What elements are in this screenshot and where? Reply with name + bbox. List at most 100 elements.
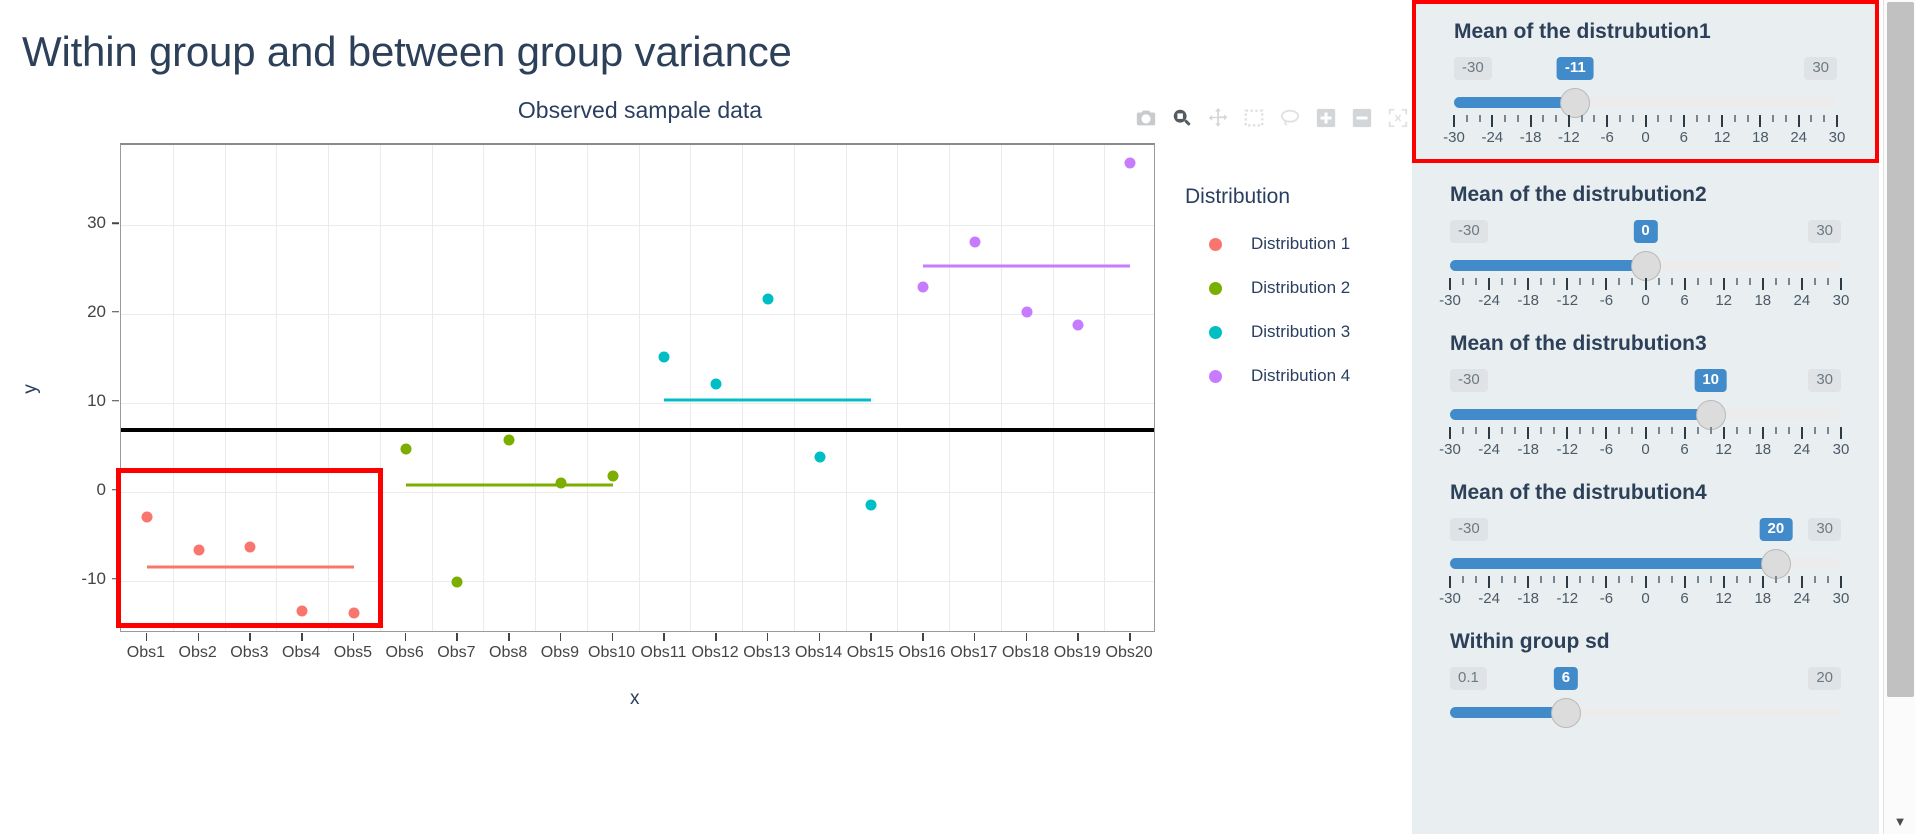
x-tick-label: Obs8	[489, 644, 528, 661]
slider-handle[interactable]	[1550, 698, 1581, 728]
slider-tick-minor	[1670, 278, 1673, 285]
data-point[interactable]	[1124, 157, 1136, 169]
x-tick-mark	[352, 633, 355, 641]
data-point[interactable]	[969, 236, 981, 248]
x-gridline	[1052, 145, 1054, 631]
slider-tick-label: -12	[1556, 590, 1579, 607]
data-point[interactable]	[607, 470, 619, 482]
slider-tick-minor	[1501, 278, 1504, 285]
data-point[interactable]	[1021, 306, 1033, 318]
group-mean-line	[405, 483, 613, 487]
data-point[interactable]	[658, 351, 670, 363]
slider-tick-minor	[1787, 427, 1790, 434]
slider-max-label: 30	[1808, 369, 1841, 392]
legend-item[interactable]: Distribution 3	[1185, 310, 1350, 354]
slider-tick-minor	[1462, 427, 1465, 434]
slider-tick-label: -6	[1599, 292, 1614, 309]
slider-track[interactable]	[1454, 88, 1837, 118]
data-point[interactable]	[400, 443, 412, 455]
slider-tick-label: -6	[1600, 129, 1614, 146]
slider-track[interactable]	[1450, 251, 1841, 281]
slider-handle[interactable]	[1560, 88, 1591, 118]
slider-tick-minor	[1516, 115, 1519, 122]
y-tick-label: 0	[96, 479, 106, 499]
slider-handle[interactable]	[1695, 400, 1726, 430]
x-gridline	[845, 145, 847, 631]
plot-canvas[interactable]	[120, 143, 1155, 632]
slider-tick-label: 24	[1793, 590, 1811, 607]
slider-tick-major	[1644, 115, 1647, 127]
data-point[interactable]	[865, 499, 877, 511]
slider-tick-minor	[1514, 427, 1517, 434]
legend-item[interactable]: Distribution 1	[1185, 222, 1350, 266]
data-point[interactable]	[193, 544, 205, 556]
scrollbar-thumb[interactable]	[1887, 2, 1914, 697]
data-point[interactable]	[296, 605, 308, 617]
slider-min-label: -30	[1450, 220, 1488, 243]
page-title: Within group and between group variance	[22, 28, 792, 75]
data-point[interactable]	[244, 541, 256, 553]
data-point[interactable]	[348, 607, 360, 619]
slider-tick-minor	[1772, 115, 1775, 122]
slider-tick-minor	[1735, 278, 1738, 285]
x-tick-label: Obs15	[846, 644, 894, 661]
slider-tick-minor	[1709, 427, 1712, 434]
legend-item[interactable]: Distribution 2	[1185, 266, 1350, 310]
x-tick-label: Obs18	[1002, 644, 1050, 661]
slider-tick-major	[1606, 115, 1609, 127]
slider-tick-minor	[1696, 576, 1699, 583]
data-point[interactable]	[1072, 319, 1084, 331]
data-point[interactable]	[555, 477, 567, 489]
slider-tick-major	[1605, 278, 1608, 290]
data-point[interactable]	[917, 281, 929, 293]
slider-tick-major	[1721, 115, 1724, 127]
y-tick-label: -10	[81, 568, 106, 588]
slider-tick-major	[1567, 115, 1570, 127]
slider-control-mean-distribution-2: Mean of the distrubution2 -30 0 30 -30 -24 -18…	[1439, 163, 1849, 312]
data-point[interactable]	[814, 451, 826, 463]
slider-control-mean-distribution-4: Mean of the distrubution4 -30 20 30 -30 -24 -1…	[1439, 461, 1849, 610]
grand-mean-line	[121, 427, 1154, 432]
group-mean-line	[664, 398, 872, 402]
data-point[interactable]	[710, 378, 722, 390]
slider-tick-minor	[1735, 427, 1738, 434]
plot-container[interactable]: Observed sampale data y x -10 0 10 20 30 Obs…	[0, 88, 1420, 728]
data-point[interactable]	[503, 434, 515, 446]
slider-track[interactable]	[1450, 549, 1841, 579]
x-tick-mark	[508, 633, 510, 641]
y-gridline	[121, 402, 1154, 404]
slider-tick-minor	[1774, 576, 1777, 583]
slider-tick-minor	[1631, 427, 1634, 434]
y-gridline	[121, 580, 1154, 582]
x-gridline	[690, 145, 692, 631]
data-point[interactable]	[141, 511, 153, 523]
x-tick-mark	[559, 633, 562, 641]
slider-tick-major	[1488, 278, 1491, 290]
slider-tick-minor	[1748, 427, 1751, 434]
slider-label: Mean of the distrubution4	[1450, 481, 1707, 504]
legend-item[interactable]: Distribution 4	[1185, 354, 1350, 398]
x-tick-label: Obs1	[126, 644, 165, 661]
slider-tick-minor	[1592, 576, 1595, 583]
data-point[interactable]	[762, 293, 774, 305]
slider-handle[interactable]	[1760, 549, 1791, 579]
data-point[interactable]	[451, 576, 463, 588]
slider-tick-minor	[1748, 576, 1751, 583]
y-tick-mark	[112, 400, 119, 402]
slider-tick-major	[1722, 576, 1725, 588]
slider-track[interactable]	[1450, 400, 1841, 430]
slider-track[interactable]	[1450, 698, 1841, 728]
slider-tick-label: 30	[1832, 441, 1850, 458]
page-scrollbar[interactable]: ▼	[1883, 0, 1915, 834]
slider-tick-minor	[1631, 576, 1634, 583]
x-tick-mark	[766, 633, 769, 641]
slider-tick-major	[1453, 115, 1455, 127]
slider-tick-minor	[1631, 115, 1634, 122]
x-gridline	[586, 145, 588, 631]
slider-tick-minor	[1579, 427, 1582, 434]
slider-tick-minor	[1826, 278, 1829, 285]
scroll-down-arrow-icon[interactable]: ▼	[1884, 812, 1915, 830]
slider-handle[interactable]	[1630, 251, 1661, 281]
x-gridline	[638, 145, 640, 631]
slider-tick-major	[1529, 115, 1532, 127]
